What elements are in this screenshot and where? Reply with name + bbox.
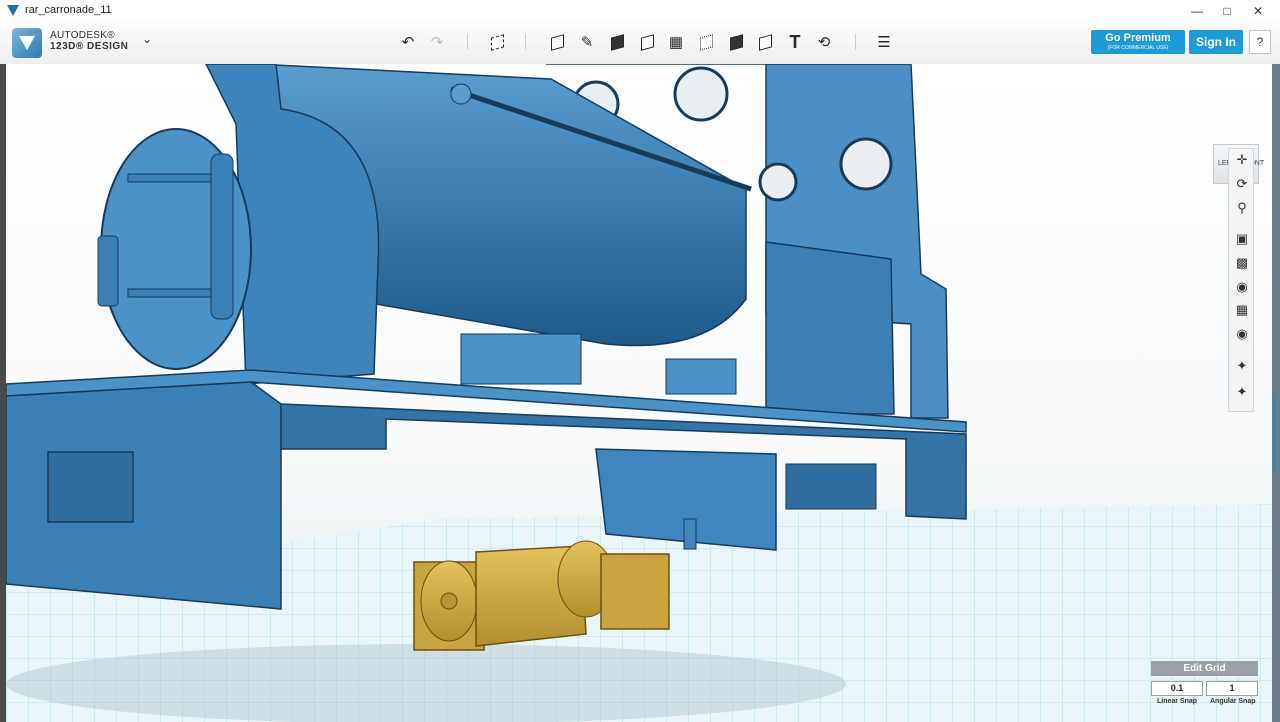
grouping-icon[interactable] xyxy=(694,30,718,54)
door-hinge xyxy=(127,173,219,183)
side-tank xyxy=(765,241,895,415)
door-hinge xyxy=(127,288,219,298)
door-handle xyxy=(97,235,119,307)
transform-icon[interactable] xyxy=(485,30,509,54)
cab-window xyxy=(673,66,729,122)
toolbar-divider xyxy=(467,34,468,50)
chevron-down-icon[interactable]: ⌄ xyxy=(142,32,152,46)
zoom-icon[interactable]: ⚲ xyxy=(1229,197,1255,219)
measure-icon[interactable] xyxy=(753,30,777,54)
primitives-icon[interactable] xyxy=(545,30,569,54)
text-tool-icon[interactable]: T xyxy=(783,30,807,54)
linear-snap-label: Linear Snap xyxy=(1157,698,1198,705)
app-logo-icon[interactable] xyxy=(12,28,42,58)
close-icon[interactable]: ✕ xyxy=(1243,0,1273,22)
visibility-icon[interactable]: ◉ xyxy=(1229,276,1255,298)
app-logo-icon xyxy=(7,5,19,16)
modify-icon[interactable] xyxy=(635,30,659,54)
3d-viewport[interactable]: LEFT FRONT xyxy=(6,64,1272,722)
chassis-cutout xyxy=(785,463,877,510)
viewport-right-edge xyxy=(1272,64,1280,722)
premium-label: Go Premium xyxy=(1105,32,1171,44)
brand-line-2: 123D® DESIGN xyxy=(50,41,129,52)
angular-snap-field[interactable]: 1 xyxy=(1206,681,1258,696)
navigation-bar: ✛ ⟳ ⚲ ▣ ▩ ◉ ▦ ◉ ✦ ✦ xyxy=(1228,148,1254,412)
brand-line-1: AUTODESK® xyxy=(50,30,115,41)
orbit-icon[interactable]: ⟳ xyxy=(1229,173,1255,195)
cab-window xyxy=(758,162,798,202)
go-premium-button[interactable]: Go Premium (FOR COMMERCIAL USE) xyxy=(1091,30,1185,54)
materials-outlines-icon[interactable]: ▦ xyxy=(1229,299,1255,321)
redo-icon[interactable]: ↷ xyxy=(425,30,449,54)
help-button[interactable]: ? xyxy=(1249,30,1271,54)
handrail-knob xyxy=(450,83,472,105)
main-toolbar: AUTODESK® 123D® DESIGN ⌄ ↶ ↷ ✎ ▦ T ⟲ ☰ xyxy=(0,22,1280,65)
construct-icon[interactable] xyxy=(605,30,629,54)
model-shadow xyxy=(6,644,846,722)
premium-sub-label: (FOR COMMERCIAL USE) xyxy=(1107,45,1169,51)
cab-window xyxy=(839,137,893,191)
view-perspective-icon[interactable]: ▩ xyxy=(1229,252,1255,274)
camera-icon[interactable]: ◉ xyxy=(1229,323,1255,345)
toolbar-divider xyxy=(855,34,856,50)
minimize-icon[interactable]: — xyxy=(1182,0,1212,22)
axle-post xyxy=(683,518,697,550)
undo-icon[interactable]: ↶ xyxy=(396,30,420,54)
linear-snap-field[interactable]: 0.1 xyxy=(1151,681,1203,696)
material-icon[interactable]: ☰ xyxy=(872,30,896,54)
3d-scene[interactable] xyxy=(6,64,1272,722)
door-strap xyxy=(210,153,234,320)
app-brand[interactable]: AUTODESK® 123D® DESIGN xyxy=(50,30,128,52)
title-bar: rar_carronade_11 — □ ✕ xyxy=(0,0,1280,23)
selection-filter-icon[interactable]: ✦ xyxy=(1229,355,1255,377)
edit-grid-button[interactable]: Edit Grid xyxy=(1151,661,1258,676)
pattern-icon[interactable]: ▦ xyxy=(664,30,688,54)
window-title: rar_carronade_11 xyxy=(25,4,112,16)
material-edit-icon[interactable]: ✦ xyxy=(1229,381,1255,403)
maximize-icon[interactable]: □ xyxy=(1212,0,1242,22)
combine-icon[interactable] xyxy=(724,30,748,54)
fit-icon[interactable]: ▣ xyxy=(1229,228,1255,250)
sketch-icon[interactable]: ✎ xyxy=(575,30,599,54)
buffer-beam-cutout xyxy=(47,451,134,523)
snap-icon[interactable]: ⟲ xyxy=(812,30,836,54)
sign-in-button[interactable]: Sign In xyxy=(1189,30,1243,54)
toolbar-divider xyxy=(525,34,526,50)
angular-snap-label: Angular Snap xyxy=(1210,698,1256,705)
pan-icon[interactable]: ✛ xyxy=(1229,149,1255,171)
